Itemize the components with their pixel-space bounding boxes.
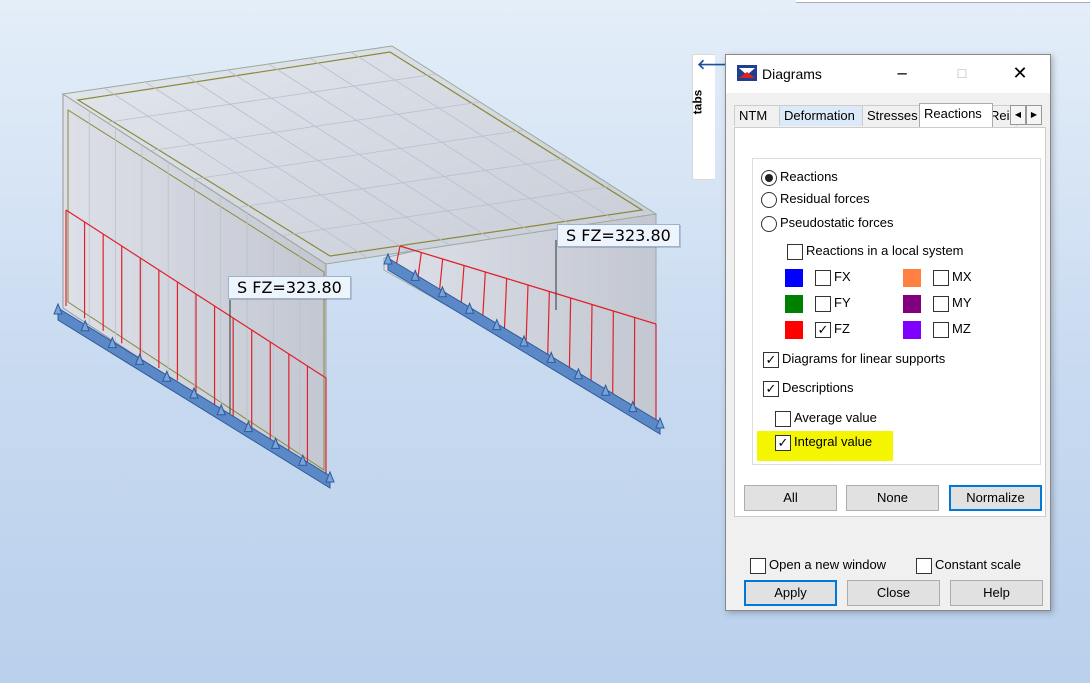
side-tabs-strip[interactable]: 🡐 tabs — [690, 54, 735, 180]
descriptions-box[interactable]: ✓ — [763, 380, 779, 397]
all-button[interactable]: All — [744, 485, 837, 511]
checkbox-mz[interactable]: MZ — [933, 321, 971, 338]
radio-residual-label: Residual forces — [780, 191, 870, 206]
mx-color-swatch[interactable] — [903, 269, 921, 287]
model-viewport[interactable]: S FZ=323.80 S FZ=323.80 — [0, 0, 690, 683]
checkbox-fx[interactable]: FX — [815, 269, 851, 286]
mz-box[interactable] — [933, 321, 949, 338]
checkbox-fy[interactable]: FY — [815, 295, 851, 312]
none-button[interactable]: None — [846, 485, 939, 511]
fx-color-swatch[interactable] — [785, 269, 803, 287]
diagrams-dialog: Diagrams ─ ☐ ✕ NTM Deformation Stresses … — [725, 54, 1051, 611]
checkbox-my[interactable]: MY — [933, 295, 972, 312]
radio-reactions-label: Reactions — [780, 169, 838, 184]
tab-scroll-left-icon[interactable]: ◀ — [1010, 105, 1026, 125]
integral-value-box[interactable]: ✓ — [775, 434, 791, 451]
radio-residual-indicator[interactable] — [761, 191, 777, 208]
constant-scale-label: Constant scale — [935, 557, 1021, 572]
checkbox-mx[interactable]: MX — [933, 269, 972, 286]
tab-scroll-right-icon[interactable]: ▶ — [1026, 105, 1042, 125]
local-system-label: Reactions in a local system — [806, 243, 964, 258]
app-icon — [737, 65, 757, 81]
constant-scale-box[interactable] — [916, 557, 932, 574]
checkbox-local-system[interactable]: Reactions in a local system — [787, 243, 964, 260]
fy-box[interactable] — [815, 295, 831, 312]
mx-label: MX — [952, 269, 972, 284]
checkbox-linear-supports[interactable]: ✓ Diagrams for linear supports — [763, 351, 945, 368]
dialog-title: Diagrams — [762, 66, 822, 82]
fy-color-swatch[interactable] — [785, 295, 803, 313]
reaction-label-right: S FZ=323.80 — [557, 224, 680, 247]
radio-reactions[interactable]: Reactions — [761, 169, 838, 186]
checkbox-open-new-window[interactable]: Open a new window — [750, 557, 886, 574]
reactions-group-box: Reactions Residual forces Pseudostatic f… — [752, 158, 1041, 465]
tab-deformation[interactable]: Deformation — [779, 105, 869, 126]
mz-color-swatch[interactable] — [903, 321, 921, 339]
help-button[interactable]: Help — [950, 580, 1043, 606]
fz-box[interactable]: ✓ — [815, 321, 831, 338]
dialog-titlebar[interactable]: Diagrams ─ ☐ ✕ — [726, 55, 1050, 93]
average-value-box[interactable] — [775, 410, 791, 427]
background-window-edge — [796, 0, 1090, 3]
tab-bar: NTM Deformation Stresses Reactions Rei ◀… — [734, 103, 1046, 127]
reactions-panel: Reactions Residual forces Pseudostatic f… — [734, 127, 1046, 517]
average-value-label: Average value — [794, 410, 877, 425]
close-window-button[interactable]: ✕ — [1006, 63, 1034, 85]
radio-reactions-indicator[interactable] — [761, 169, 777, 186]
minimize-button[interactable]: ─ — [888, 63, 916, 85]
checkbox-fz[interactable]: ✓ FZ — [815, 321, 850, 338]
checkbox-integral-value[interactable]: ✓ Integral value — [775, 434, 872, 451]
local-system-box[interactable] — [787, 243, 803, 260]
checkbox-descriptions[interactable]: ✓ Descriptions — [763, 380, 854, 397]
my-label: MY — [952, 295, 972, 310]
my-box[interactable] — [933, 295, 949, 312]
linear-supports-label: Diagrams for linear supports — [782, 351, 946, 366]
apply-button[interactable]: Apply — [744, 580, 837, 606]
tab-ntm[interactable]: NTM — [734, 105, 780, 126]
close-button[interactable]: Close — [847, 580, 940, 606]
open-new-window-box[interactable] — [750, 557, 766, 574]
radio-pseudostatic-forces[interactable]: Pseudostatic forces — [761, 215, 893, 232]
integral-value-label: Integral value — [794, 434, 873, 449]
fy-label: FY — [834, 295, 851, 310]
descriptions-label: Descriptions — [782, 380, 854, 395]
fz-color-swatch[interactable] — [785, 321, 803, 339]
side-tabs-label: tabs — [690, 89, 705, 115]
fx-label: FX — [834, 269, 851, 284]
structure-model-drawing — [53, 45, 665, 489]
open-new-window-label: Open a new window — [769, 557, 887, 572]
fx-box[interactable] — [815, 269, 831, 286]
mx-box[interactable] — [933, 269, 949, 286]
radio-pseudostatic-label: Pseudostatic forces — [780, 215, 894, 230]
tab-reactions[interactable]: Reactions — [919, 103, 993, 127]
normalize-button[interactable]: Normalize — [949, 485, 1042, 511]
my-color-swatch[interactable] — [903, 295, 921, 313]
checkbox-constant-scale[interactable]: Constant scale — [916, 557, 1021, 574]
mz-label: MZ — [952, 321, 971, 336]
tab-stresses[interactable]: Stresses — [862, 105, 926, 126]
reaction-label-left: S FZ=323.80 — [228, 276, 351, 299]
radio-residual-forces[interactable]: Residual forces — [761, 191, 870, 208]
maximize-button[interactable]: ☐ — [948, 63, 976, 85]
radio-pseudostatic-indicator[interactable] — [761, 215, 777, 232]
fz-label: FZ — [834, 321, 850, 336]
linear-supports-box[interactable]: ✓ — [763, 351, 779, 368]
checkbox-average-value[interactable]: Average value — [775, 410, 877, 427]
